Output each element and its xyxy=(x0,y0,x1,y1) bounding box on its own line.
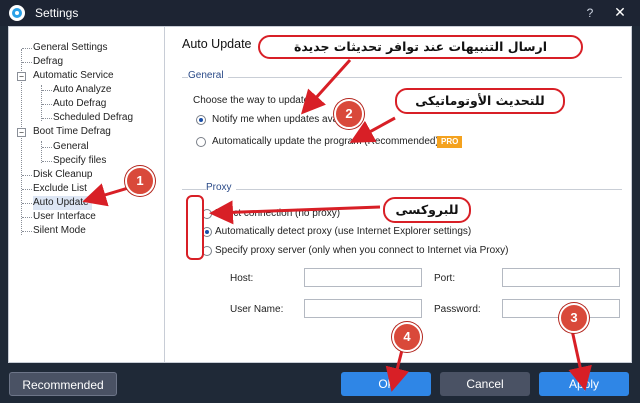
tree-item-automatic-service[interactable]: Automatic Service xyxy=(33,69,114,83)
tree-connector xyxy=(42,118,52,119)
tree-connector xyxy=(42,90,52,91)
apply-button[interactable]: Apply xyxy=(539,372,629,396)
section-divider xyxy=(182,77,622,78)
tree-item-defrag[interactable]: Defrag xyxy=(33,55,63,69)
direct-connection-label[interactable]: Direct connection (no proxy) xyxy=(215,208,340,219)
step-badge-1: 1 xyxy=(125,166,155,196)
username-label: User Name: xyxy=(230,304,284,315)
tree-connector xyxy=(22,189,32,190)
collapse-toggle-icon[interactable]: − xyxy=(17,72,26,81)
collapse-toggle-icon[interactable]: − xyxy=(17,128,26,137)
step-badge-2: 2 xyxy=(334,99,364,129)
tree-connector xyxy=(42,147,52,148)
close-icon[interactable]: ✕ xyxy=(610,3,630,23)
settings-panel: − − General Settings Defrag Automatic Se… xyxy=(8,26,632,363)
step-badge-4: 4 xyxy=(392,322,422,352)
tree-item-silent-mode[interactable]: Silent Mode xyxy=(33,224,86,238)
notify-updates-radio[interactable] xyxy=(196,115,206,125)
host-input[interactable] xyxy=(304,268,422,287)
tree-item-boot-time-defrag[interactable]: Boot Time Defrag xyxy=(33,125,111,139)
tree-item-general-settings[interactable]: General Settings xyxy=(33,41,108,55)
proxy-radios-highlight xyxy=(186,195,204,260)
specify-proxy-label[interactable]: Specify proxy server (only when you conn… xyxy=(215,245,508,256)
section-label-proxy: Proxy xyxy=(206,182,236,193)
app-logo-icon xyxy=(9,5,25,21)
callout-notify: ارسال التنبيهات عند توافر تحديثات جديدة xyxy=(258,35,583,59)
tree-item-specify-files[interactable]: Specify files xyxy=(53,154,106,168)
tree-item-disk-cleanup[interactable]: Disk Cleanup xyxy=(33,168,92,182)
tree-connector xyxy=(42,104,52,105)
auto-detect-proxy-label[interactable]: Automatically detect proxy (use Internet… xyxy=(215,226,471,237)
tree-connector xyxy=(41,141,42,163)
page-title: Auto Update xyxy=(182,37,252,51)
title-bar: Settings ? ✕ xyxy=(0,0,640,26)
port-input[interactable] xyxy=(502,268,620,287)
tree-connector xyxy=(22,48,32,49)
pro-badge: PRO xyxy=(437,136,463,148)
tree-item-auto-update[interactable]: Auto Update xyxy=(33,196,92,210)
tree-connector xyxy=(22,217,32,218)
tree-connector xyxy=(22,203,32,204)
tree-item-user-interface[interactable]: User Interface xyxy=(33,210,96,224)
host-label: Host: xyxy=(230,273,254,284)
section-label-general: General xyxy=(188,70,228,81)
tree-item-general[interactable]: General xyxy=(53,140,89,154)
callout-auto-update: للتحديث الأوتوماتيكى xyxy=(395,88,565,114)
auto-update-label[interactable]: Automatically update the program (Recomm… xyxy=(212,136,439,147)
password-label: Password: xyxy=(434,304,481,315)
window-title: Settings xyxy=(35,6,79,20)
tree-item-scheduled-defrag[interactable]: Scheduled Defrag xyxy=(53,111,133,125)
section-divider xyxy=(182,189,622,190)
recommended-button[interactable]: Recommended xyxy=(9,372,117,396)
tree-item-auto-analyze[interactable]: Auto Analyze xyxy=(53,83,111,97)
step-badge-3: 3 xyxy=(559,303,589,333)
update-prompt: Choose the way to update: xyxy=(193,95,312,106)
port-label: Port: xyxy=(434,273,456,284)
tree-connector xyxy=(42,161,52,162)
auto-update-radio[interactable] xyxy=(196,137,206,147)
tree-item-exclude-list[interactable]: Exclude List xyxy=(33,182,87,196)
tree-connector xyxy=(22,231,32,232)
help-icon[interactable]: ? xyxy=(582,5,598,21)
tree-item-auto-defrag[interactable]: Auto Defrag xyxy=(53,97,106,111)
username-input[interactable] xyxy=(304,299,422,318)
cancel-button[interactable]: Cancel xyxy=(440,372,530,396)
callout-proxy: للبروكسى xyxy=(383,197,471,223)
tree-connector xyxy=(22,175,32,176)
ok-button[interactable]: Ok xyxy=(341,372,431,396)
tree-connector xyxy=(22,62,32,63)
